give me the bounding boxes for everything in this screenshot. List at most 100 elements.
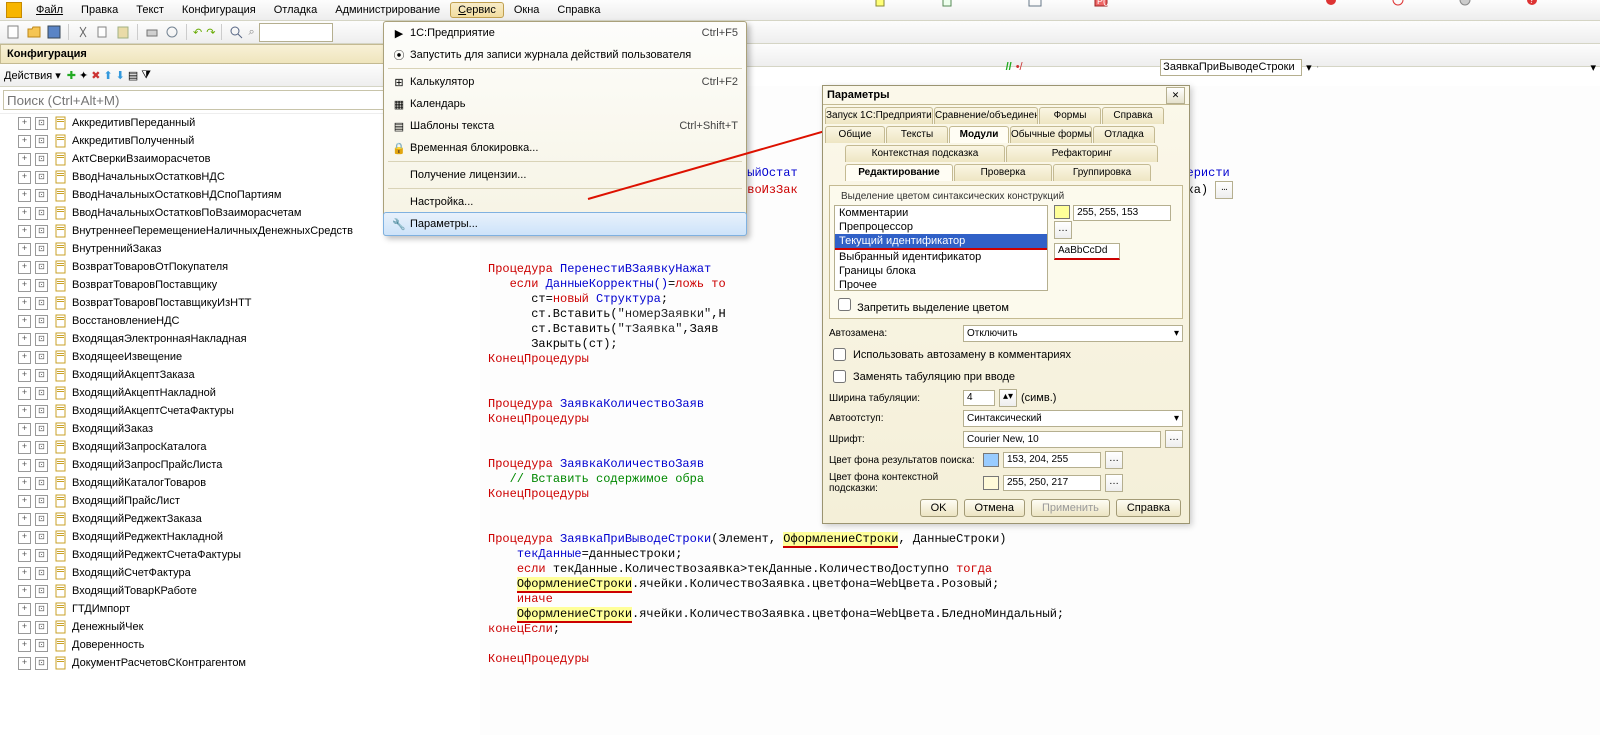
expander-icon[interactable]: + (18, 441, 31, 454)
tree-item[interactable]: +⊡ВозвратТоваровПоставщику (0, 276, 458, 294)
menu-config[interactable]: Конфигурация (174, 2, 264, 18)
chk-replace-tab[interactable] (833, 370, 846, 383)
uncomment-icon[interactable]: •/ (1016, 61, 1023, 73)
cancel-button[interactable]: Отмена (964, 499, 1025, 517)
redo-icon[interactable]: ↷ (206, 26, 215, 39)
add-icon[interactable]: ✚ (67, 69, 76, 82)
tree-item[interactable]: +⊡ВходящийЗапросПрайсЛиста (0, 456, 458, 474)
color-picker-button[interactable]: … (1054, 221, 1072, 239)
menu-debug[interactable]: Отладка (266, 2, 325, 18)
ellipsis-button[interactable]: … (1215, 181, 1233, 199)
menu-text[interactable]: Текст (128, 2, 172, 18)
props-icon[interactable]: ▤ (128, 69, 138, 82)
tree-item[interactable]: +⊡ВосстановлениеНДС (0, 312, 458, 330)
expander-icon[interactable]: + (18, 405, 31, 418)
list-item[interactable]: Прочее (835, 278, 1047, 291)
tree-item[interactable]: +⊡ВнутреннийЗаказ (0, 240, 458, 258)
expander-icon[interactable]: + (18, 279, 31, 292)
tree-item[interactable]: +⊡ВходящийАкцептЗаказа (0, 366, 458, 384)
expander-icon[interactable]: + (18, 261, 31, 274)
autoindent-combo[interactable]: Синтаксический▾ (963, 410, 1183, 427)
expander-icon[interactable]: + (18, 639, 31, 652)
proc-dropdown-icon[interactable]: ▾ (1306, 61, 1312, 74)
undo-icon[interactable]: ↶ (193, 26, 202, 39)
expander-icon[interactable]: + (18, 315, 31, 328)
expander-icon[interactable]: + (18, 549, 31, 562)
cut-icon[interactable] (75, 24, 91, 40)
tab[interactable]: Отладка (1093, 126, 1155, 143)
save-icon[interactable] (46, 24, 62, 40)
expander-icon[interactable]: + (18, 585, 31, 598)
menu-windows[interactable]: Окна (506, 2, 548, 18)
context-bg-color[interactable]: 255, 250, 217 (1003, 475, 1101, 491)
find-next-icon[interactable]: ⌕ (248, 26, 254, 39)
tab[interactable]: Редактирование (845, 164, 953, 181)
tab[interactable]: Общие (825, 126, 885, 143)
preview-icon[interactable] (164, 24, 180, 40)
config-actions-button[interactable]: Действия ▾ (4, 69, 61, 82)
expander-icon[interactable]: + (18, 387, 31, 400)
tab[interactable]: Обычные формы (1010, 126, 1092, 143)
tab[interactable]: Сравнение/объединение (934, 107, 1038, 124)
tab[interactable]: Проверка (954, 164, 1052, 181)
chk-autoreplace-comments[interactable] (833, 348, 846, 361)
menu-edit[interactable]: Правка (73, 2, 126, 18)
menu-item[interactable]: 🔧Параметры... (383, 212, 747, 236)
context-bg-button[interactable]: … (1105, 474, 1123, 492)
apply-button[interactable]: Применить (1031, 499, 1110, 517)
wand-icon[interactable]: ✦ (79, 69, 88, 82)
tab[interactable]: Справка (1102, 107, 1164, 124)
list-item[interactable]: Препроцессор (835, 220, 1047, 234)
tree-item[interactable]: +⊡ВходящийКаталогТоваров (0, 474, 458, 492)
expander-icon[interactable]: + (18, 531, 31, 544)
tab[interactable]: Тексты (886, 126, 948, 143)
tree-item[interactable]: +⊡ВходящийЗапросКаталога (0, 438, 458, 456)
expander-icon[interactable]: + (18, 225, 31, 238)
tree-item[interactable]: +⊡ГТДИмпорт (0, 600, 458, 618)
tree-item[interactable]: +⊡ВходящийТоварКРаботе (0, 582, 458, 600)
disable-highlight-checkbox[interactable] (838, 298, 851, 311)
tab[interactable]: Рефакторинг (1006, 145, 1158, 162)
comment-icon[interactable]: // (1006, 61, 1012, 73)
menu-service[interactable]: Сервис (450, 2, 504, 18)
list-item[interactable]: Комментарии (835, 206, 1047, 220)
tree-item[interactable]: +⊡ВходящийАкцептСчетаФактуры (0, 402, 458, 420)
paste-icon[interactable] (115, 24, 131, 40)
syntax-list[interactable]: КомментарииПрепроцессорТекущий идентифик… (834, 205, 1048, 291)
expander-icon[interactable]: + (18, 567, 31, 580)
tree-item[interactable]: +⊡ВходящийСчетФактура (0, 564, 458, 582)
dialog-close-icon[interactable]: ✕ (1166, 87, 1185, 104)
menu-help[interactable]: Справка (549, 2, 608, 18)
expander-icon[interactable]: + (18, 369, 31, 382)
open-icon[interactable] (26, 24, 42, 40)
bp-dropdown-icon[interactable]: ▾ (1591, 61, 1597, 74)
expander-icon[interactable]: + (18, 189, 31, 202)
tab-width-input[interactable]: 4 (963, 390, 995, 406)
menu-item[interactable]: 🔒Временная блокировка... (384, 137, 746, 159)
help-button[interactable]: Справка (1116, 499, 1181, 517)
tree-item[interactable]: +⊡ВходящийРеджектНакладной (0, 528, 458, 546)
tree-item[interactable]: +⊡ВходящийЗаказ (0, 420, 458, 438)
expander-icon[interactable]: + (18, 513, 31, 526)
expander-icon[interactable]: + (18, 243, 31, 256)
expander-icon[interactable]: + (18, 297, 31, 310)
search-bg-color[interactable]: 153, 204, 255 (1003, 452, 1101, 468)
search-bg-button[interactable]: … (1105, 451, 1123, 469)
expander-icon[interactable]: + (18, 135, 31, 148)
expander-icon[interactable]: + (18, 423, 31, 436)
tree-item[interactable]: +⊡ВходящийПрайсЛист (0, 492, 458, 510)
expander-icon[interactable]: + (18, 657, 31, 670)
expander-icon[interactable]: + (18, 153, 31, 166)
list-item[interactable]: Текущий идентификатор (835, 234, 1047, 250)
tree-item[interactable]: +⊡ДенежныйЧек (0, 618, 458, 636)
copy-icon[interactable] (95, 24, 111, 40)
tab[interactable]: Запуск 1С:Предприятия (825, 107, 933, 124)
expander-icon[interactable]: + (18, 621, 31, 634)
tree-item[interactable]: +⊡ВходящееИзвещение (0, 348, 458, 366)
print-icon[interactable] (144, 24, 160, 40)
tab[interactable]: Контекстная подсказка (845, 145, 1005, 162)
expander-icon[interactable]: + (18, 477, 31, 490)
filter-icon[interactable]: ⧩ (141, 69, 151, 82)
down-icon[interactable]: ⬇ (116, 69, 125, 82)
expander-icon[interactable]: + (18, 351, 31, 364)
